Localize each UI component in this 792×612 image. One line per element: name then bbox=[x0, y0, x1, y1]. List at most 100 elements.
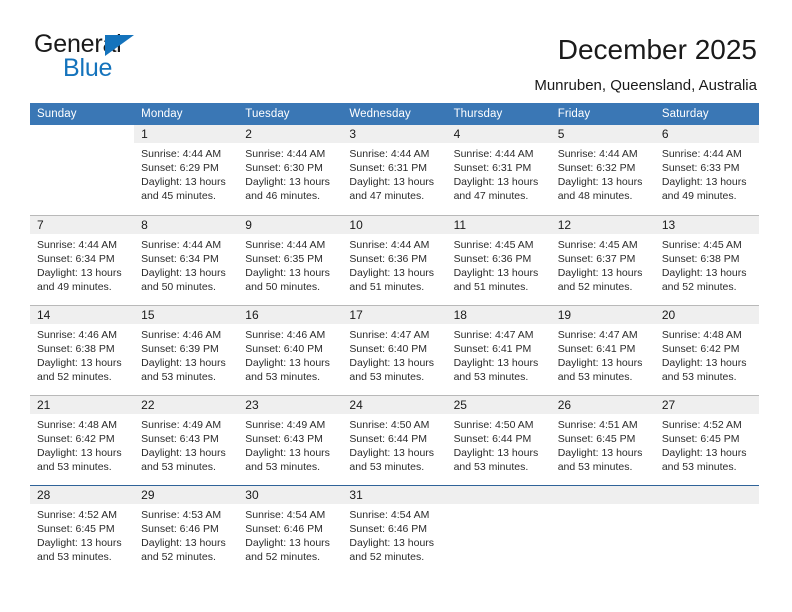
calendar-cell[interactable]: 26 Sunrise: 4:51 AM Sunset: 6:45 PM Dayl… bbox=[550, 394, 655, 485]
calendar-week-row: 28 Sunrise: 4:52 AM Sunset: 6:45 PM Dayl… bbox=[30, 484, 759, 576]
calendar-cell[interactable]: 29 Sunrise: 4:53 AM Sunset: 6:46 PM Dayl… bbox=[134, 484, 239, 576]
sunrise-text: Sunrise: 4:45 AM bbox=[453, 238, 534, 251]
calendar-cell[interactable]: 16 Sunrise: 4:46 AM Sunset: 6:40 PM Dayl… bbox=[238, 304, 343, 395]
sunrise-text: Sunrise: 4:44 AM bbox=[453, 148, 534, 160]
day-number: 11 bbox=[446, 215, 551, 234]
calendar-cell[interactable]: 5 Sunrise: 4:44 AM Sunset: 6:32 PM Dayli… bbox=[550, 125, 655, 215]
day-cell: 28 Sunrise: 4:52 AM Sunset: 6:45 PM Dayl… bbox=[30, 485, 135, 576]
calendar-cell[interactable]: 28 Sunrise: 4:52 AM Sunset: 6:45 PM Dayl… bbox=[30, 484, 135, 576]
daylight-text-line2: and 53 minutes. bbox=[349, 460, 425, 473]
sunset-text: Sunset: 6:35 PM bbox=[245, 252, 323, 265]
daylight-text-line2: and 53 minutes. bbox=[661, 460, 737, 473]
day-details: Sunrise: 4:45 AM Sunset: 6:38 PM Dayligh… bbox=[655, 234, 759, 294]
day-cell: 15 Sunrise: 4:46 AM Sunset: 6:39 PM Dayl… bbox=[134, 305, 239, 395]
day-cell: 4 Sunrise: 4:44 AM Sunset: 6:31 PM Dayli… bbox=[446, 125, 551, 215]
calendar-cell[interactable]: 15 Sunrise: 4:46 AM Sunset: 6:39 PM Dayl… bbox=[134, 304, 239, 395]
calendar-cell[interactable]: 4 Sunrise: 4:44 AM Sunset: 6:31 PM Dayli… bbox=[446, 125, 551, 215]
daylight-text-line1: Daylight: 13 hours bbox=[245, 356, 330, 369]
daylight-text-line1: Daylight: 13 hours bbox=[557, 356, 643, 369]
sunset-text: Sunset: 6:39 PM bbox=[141, 342, 219, 355]
calendar-cell[interactable]: 12 Sunrise: 4:45 AM Sunset: 6:37 PM Dayl… bbox=[550, 214, 655, 305]
calendar-cell[interactable]: 27 Sunrise: 4:52 AM Sunset: 6:45 PM Dayl… bbox=[654, 394, 759, 485]
day-details: Sunrise: 4:49 AM Sunset: 6:43 PM Dayligh… bbox=[134, 414, 238, 474]
page-subtitle-location: Munruben, Queensland, Australia bbox=[534, 77, 757, 94]
day-cell: 25 Sunrise: 4:50 AM Sunset: 6:44 PM Dayl… bbox=[446, 395, 551, 485]
day-details: Sunrise: 4:46 AM Sunset: 6:38 PM Dayligh… bbox=[30, 324, 134, 384]
calendar-cell[interactable]: 9 Sunrise: 4:44 AM Sunset: 6:35 PM Dayli… bbox=[238, 214, 343, 305]
calendar-cell[interactable]: 20 Sunrise: 4:48 AM Sunset: 6:42 PM Dayl… bbox=[654, 304, 759, 395]
day-number: 14 bbox=[30, 305, 135, 324]
day-cell: 27 Sunrise: 4:52 AM Sunset: 6:45 PM Dayl… bbox=[654, 395, 759, 485]
day-cell: 29 Sunrise: 4:53 AM Sunset: 6:46 PM Dayl… bbox=[134, 485, 239, 576]
sunrise-text: Sunrise: 4:47 AM bbox=[557, 328, 638, 341]
day-number: 19 bbox=[550, 305, 655, 324]
day-cell: 14 Sunrise: 4:46 AM Sunset: 6:38 PM Dayl… bbox=[30, 305, 135, 395]
sunrise-text: Sunrise: 4:44 AM bbox=[349, 238, 430, 251]
calendar-cell[interactable]: 19 Sunrise: 4:47 AM Sunset: 6:41 PM Dayl… bbox=[550, 304, 655, 395]
calendar-cell[interactable] bbox=[654, 484, 759, 575]
sunset-text: Sunset: 6:46 PM bbox=[245, 522, 323, 535]
day-number: 2 bbox=[238, 125, 343, 143]
day-cell-empty bbox=[550, 485, 655, 576]
day-number: 28 bbox=[30, 485, 135, 504]
calendar-cell[interactable]: 10 Sunrise: 4:44 AM Sunset: 6:36 PM Dayl… bbox=[342, 214, 447, 305]
daylight-text-line1: Daylight: 13 hours bbox=[661, 446, 747, 459]
calendar-cell[interactable]: 31 Sunrise: 4:54 AM Sunset: 6:46 PM Dayl… bbox=[342, 484, 447, 575]
general-blue-logo[interactable]: General Blue bbox=[34, 32, 294, 88]
daylight-text-line2: and 47 minutes. bbox=[453, 190, 529, 203]
day-cell: 9 Sunrise: 4:44 AM Sunset: 6:35 PM Dayli… bbox=[238, 215, 343, 305]
calendar-week-row: 14 Sunrise: 4:46 AM Sunset: 6:38 PM Dayl… bbox=[30, 304, 759, 395]
calendar-cell[interactable]: 8 Sunrise: 4:44 AM Sunset: 6:34 PM Dayli… bbox=[134, 214, 239, 305]
day-number: 15 bbox=[134, 305, 239, 324]
calendar-cell[interactable] bbox=[550, 484, 655, 576]
sunrise-text: Sunrise: 4:44 AM bbox=[661, 148, 742, 160]
sunset-text: Sunset: 6:34 PM bbox=[141, 252, 219, 265]
daylight-text-line1: Daylight: 13 hours bbox=[37, 266, 122, 279]
day-details: Sunrise: 4:44 AM Sunset: 6:31 PM Dayligh… bbox=[447, 143, 551, 203]
sunset-text: Sunset: 6:36 PM bbox=[453, 252, 532, 265]
sunrise-text: Sunrise: 4:46 AM bbox=[141, 328, 222, 341]
calendar-cell[interactable]: 18 Sunrise: 4:47 AM Sunset: 6:41 PM Dayl… bbox=[446, 304, 551, 395]
calendar-cell[interactable]: 21 Sunrise: 4:48 AM Sunset: 6:42 PM Dayl… bbox=[30, 394, 135, 485]
calendar-table: Sunday Monday Tuesday Wednesday Thursday… bbox=[30, 103, 759, 575]
calendar-cell[interactable]: 7 Sunrise: 4:44 AM Sunset: 6:34 PM Dayli… bbox=[30, 214, 135, 305]
calendar-week-row: 21 Sunrise: 4:48 AM Sunset: 6:42 PM Dayl… bbox=[30, 394, 759, 485]
calendar-cell[interactable]: 6 Sunrise: 4:44 AM Sunset: 6:33 PM Dayli… bbox=[654, 125, 759, 215]
day-number: 1 bbox=[134, 125, 239, 143]
calendar-cell[interactable]: 13 Sunrise: 4:45 AM Sunset: 6:38 PM Dayl… bbox=[654, 214, 759, 305]
day-cell: 22 Sunrise: 4:49 AM Sunset: 6:43 PM Dayl… bbox=[134, 395, 239, 485]
daylight-text-line2: and 53 minutes. bbox=[661, 370, 737, 383]
calendar-cell[interactable]: 11 Sunrise: 4:45 AM Sunset: 6:36 PM Dayl… bbox=[446, 214, 551, 305]
calendar-cell[interactable] bbox=[446, 484, 551, 575]
calendar-cell[interactable]: 1 Sunrise: 4:44 AM Sunset: 6:29 PM Dayli… bbox=[134, 125, 239, 215]
calendar-cell[interactable]: 2 Sunrise: 4:44 AM Sunset: 6:30 PM Dayli… bbox=[238, 125, 343, 215]
calendar-cell[interactable]: 14 Sunrise: 4:46 AM Sunset: 6:38 PM Dayl… bbox=[30, 304, 135, 395]
daylight-text-line1: Daylight: 13 hours bbox=[557, 176, 643, 189]
day-cell: 7 Sunrise: 4:44 AM Sunset: 6:34 PM Dayli… bbox=[30, 215, 135, 305]
calendar-cell[interactable] bbox=[30, 125, 134, 215]
day-number: 17 bbox=[342, 305, 447, 324]
day-number bbox=[30, 125, 134, 143]
daylight-text-line1: Daylight: 13 hours bbox=[349, 266, 435, 279]
calendar-cell[interactable]: 3 Sunrise: 4:44 AM Sunset: 6:31 PM Dayli… bbox=[342, 125, 447, 215]
calendar-body: 1 Sunrise: 4:44 AM Sunset: 6:29 PM Dayli… bbox=[30, 125, 759, 575]
weekday-header-sunday: Sunday bbox=[30, 103, 135, 125]
day-number: 9 bbox=[238, 215, 343, 234]
calendar-cell[interactable]: 25 Sunrise: 4:50 AM Sunset: 6:44 PM Dayl… bbox=[446, 394, 551, 485]
sunrise-text: Sunrise: 4:49 AM bbox=[245, 418, 326, 431]
daylight-text-line2: and 51 minutes. bbox=[453, 280, 529, 293]
daylight-text-line2: and 45 minutes. bbox=[141, 190, 216, 203]
sunset-text: Sunset: 6:43 PM bbox=[141, 432, 219, 445]
calendar-cell[interactable]: 22 Sunrise: 4:49 AM Sunset: 6:43 PM Dayl… bbox=[134, 394, 239, 485]
calendar-cell[interactable]: 23 Sunrise: 4:49 AM Sunset: 6:43 PM Dayl… bbox=[238, 394, 343, 485]
calendar-cell[interactable]: 30 Sunrise: 4:54 AM Sunset: 6:46 PM Dayl… bbox=[238, 484, 343, 575]
weekday-header-thursday: Thursday bbox=[446, 103, 551, 125]
daylight-text-line2: and 49 minutes. bbox=[661, 190, 737, 203]
day-details: Sunrise: 4:44 AM Sunset: 6:34 PM Dayligh… bbox=[30, 234, 134, 294]
calendar-cell[interactable]: 24 Sunrise: 4:50 AM Sunset: 6:44 PM Dayl… bbox=[342, 394, 447, 485]
calendar-cell[interactable]: 17 Sunrise: 4:47 AM Sunset: 6:40 PM Dayl… bbox=[342, 304, 447, 395]
day-number: 22 bbox=[134, 395, 239, 414]
day-details: Sunrise: 4:51 AM Sunset: 6:45 PM Dayligh… bbox=[551, 414, 655, 474]
day-details: Sunrise: 4:48 AM Sunset: 6:42 PM Dayligh… bbox=[655, 324, 759, 384]
sunset-text: Sunset: 6:45 PM bbox=[557, 432, 636, 445]
